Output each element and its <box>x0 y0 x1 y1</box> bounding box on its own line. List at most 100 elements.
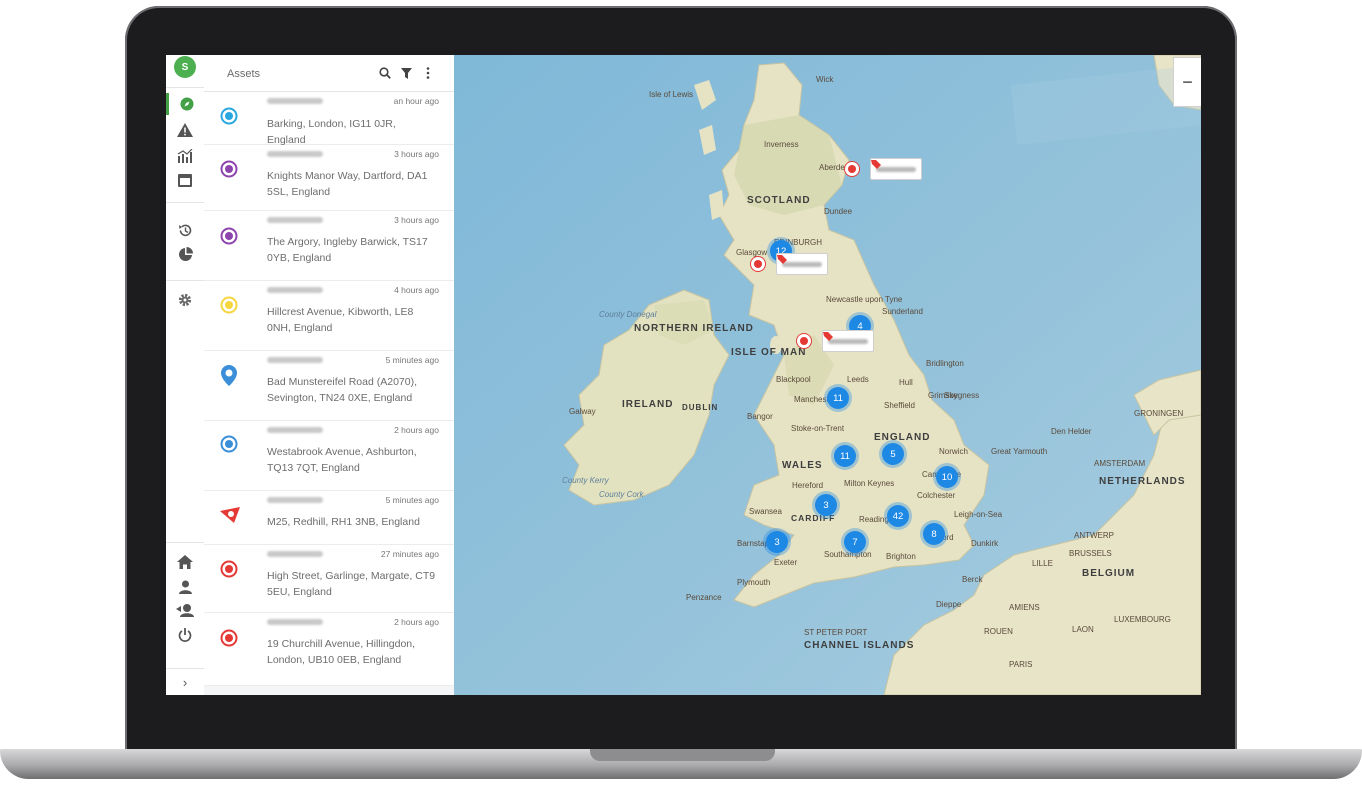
map-label-county: County Donegal <box>599 310 657 319</box>
asset-status-dot-icon <box>220 160 238 178</box>
calendar-icon[interactable] <box>166 169 204 191</box>
map-label-city: Bridlington <box>926 359 964 368</box>
asset-status-dot-icon <box>220 435 238 453</box>
map-cluster-marker[interactable]: 11 <box>834 445 856 467</box>
map-label-city: Exeter <box>774 558 798 567</box>
map-label-city: Inverness <box>764 140 799 149</box>
map-label-wales: WALES <box>782 460 823 471</box>
expand-chevron-icon[interactable]: › <box>166 668 204 695</box>
map-asset-tag[interactable] <box>870 158 922 180</box>
rail-divider <box>166 202 204 203</box>
map-label-city: Southampton <box>824 550 872 559</box>
asset-name-redacted <box>267 551 323 557</box>
asset-address: 19 Churchill Avenue, Hillingdon, London,… <box>267 638 416 666</box>
map-label-city: Penzance <box>686 593 722 602</box>
map-label-city: Colchester <box>917 491 956 500</box>
asset-address: Bad Munstereifel Road (A2070), Sevington… <box>267 376 417 404</box>
panel-title: Assets <box>227 68 261 80</box>
user-avatar[interactable]: S <box>174 56 196 78</box>
asset-time: 2 hours ago <box>394 425 439 435</box>
asset-time: 2 hours ago <box>394 617 439 627</box>
map-cluster-marker[interactable]: 3 <box>815 494 837 516</box>
map-cluster-marker[interactable]: 11 <box>827 387 849 409</box>
asset-list-item[interactable]: 2 hours ago Westabrook Avenue, Ashburton… <box>204 421 454 491</box>
map-label-city: Great Yarmouth <box>991 447 1048 456</box>
asset-status-dot-icon <box>220 629 238 647</box>
tag-icon <box>777 255 787 264</box>
map-view[interactable]: SCOTLAND NORTHERN IRELAND ISLE OF MAN IR… <box>454 55 1201 695</box>
asset-list-item[interactable]: 3 hours ago Knights Manor Way, Dartford,… <box>204 145 454 211</box>
tag-icon <box>871 160 881 169</box>
asset-name-redacted <box>267 151 323 157</box>
customer-support-icon[interactable] <box>166 599 204 621</box>
asset-name-redacted <box>267 287 323 293</box>
asset-list-item[interactable]: 5 minutes ago Bad Munstereifel Road (A20… <box>204 351 454 421</box>
asset-list-item[interactable]: 3 hours ago The Argory, Ingleby Barwick,… <box>204 211 454 281</box>
asset-address: The Argory, Ingleby Barwick, TS17 0YB, E… <box>267 236 428 264</box>
asset-status-dot-icon <box>220 107 238 125</box>
map-label-city: ANTWERP <box>1074 531 1114 540</box>
home-icon[interactable] <box>166 551 204 573</box>
map-cluster-marker[interactable]: 5 <box>882 443 904 465</box>
pie-chart-icon[interactable] <box>166 243 204 265</box>
map-asset-pin[interactable] <box>845 162 859 176</box>
asset-list-panel: Assets an hour ago Barking, London, IG11… <box>204 55 455 695</box>
map-asset-tag[interactable] <box>822 330 874 352</box>
map-label-city: Reading <box>859 515 889 524</box>
more-options-icon[interactable] <box>419 64 437 82</box>
alert-icon[interactable] <box>166 119 204 141</box>
map-label-ireland: IRELAND <box>622 399 674 410</box>
search-icon[interactable] <box>376 64 394 82</box>
asset-time: 4 hours ago <box>394 285 439 295</box>
laptop-notch <box>590 749 775 761</box>
map-label-city: Glasgow <box>736 248 768 257</box>
map-cluster-marker[interactable]: 3 <box>766 531 788 553</box>
asset-time: 3 hours ago <box>394 149 439 159</box>
asset-list-item[interactable]: 5 minutes ago M25, Redhill, RH1 3NB, Eng… <box>204 491 454 545</box>
map-label-city: Brighton <box>886 552 916 561</box>
zoom-out-button[interactable]: − <box>1173 57 1201 107</box>
asset-list-item[interactable]: 2 hours ago 19 Churchill Avenue, Hilling… <box>204 613 454 686</box>
settings-gear-icon[interactable] <box>166 289 204 311</box>
map-label-city: AMIENS <box>1009 603 1040 612</box>
filter-icon[interactable] <box>397 64 415 82</box>
asset-list-item[interactable]: 4 hours ago Hillcrest Avenue, Kibworth, … <box>204 281 454 351</box>
map-asset-pin[interactable] <box>797 334 811 348</box>
asset-status-dot-icon <box>220 560 238 578</box>
tag-icon <box>823 332 833 341</box>
map-label-city: LUXEMBOURG <box>1114 615 1171 624</box>
map-label-city: Stoke-on-Trent <box>791 424 845 433</box>
map-label-city: Hereford <box>792 481 824 490</box>
map-cluster-marker[interactable]: 42 <box>887 505 909 527</box>
map-label-city: LILLE <box>1032 559 1053 568</box>
asset-address: Westabrook Avenue, Ashburton, TQ13 7QT, … <box>267 446 417 474</box>
asset-address: Knights Manor Way, Dartford, DA1 5SL, En… <box>267 170 428 198</box>
map-label-city: Swansea <box>749 507 782 516</box>
map-label-city: Grimsby <box>928 391 958 400</box>
asset-status-dot-icon <box>220 296 238 314</box>
map-label-city: Newcastle upon Tyne <box>826 295 903 304</box>
map-label-city: ST PETER PORT <box>804 628 868 637</box>
asset-address: Barking, London, IG11 0JR, England <box>267 118 396 146</box>
map-label-city: Dunkirk <box>971 539 999 548</box>
user-profile-icon[interactable] <box>166 576 204 598</box>
app-screen: S › Assets an hour ago Barking, London, … <box>166 55 1201 695</box>
asset-time: 3 hours ago <box>394 215 439 225</box>
map-label-england: ENGLAND <box>874 432 931 443</box>
map-label-city: Plymouth <box>737 578 771 587</box>
map-label-city: ROUEN <box>984 627 1013 636</box>
map-cluster-marker[interactable]: 8 <box>923 523 945 545</box>
map-compass-icon[interactable] <box>166 93 204 115</box>
map-cluster-marker[interactable]: 10 <box>936 466 958 488</box>
asset-list-item[interactable]: 27 minutes ago High Street, Garlinge, Ma… <box>204 545 454 613</box>
map-asset-pin[interactable] <box>751 257 765 271</box>
map-label-city: Norwich <box>939 447 968 456</box>
history-icon[interactable] <box>166 219 204 241</box>
map-cluster-marker[interactable]: 7 <box>844 531 866 553</box>
map-asset-tag[interactable] <box>776 253 828 275</box>
asset-time: an hour ago <box>393 96 439 106</box>
analytics-icon[interactable] <box>166 145 204 167</box>
asset-name-redacted <box>876 166 916 172</box>
asset-list-item[interactable]: an hour ago Barking, London, IG11 0JR, E… <box>204 92 454 146</box>
power-icon[interactable] <box>166 624 204 646</box>
